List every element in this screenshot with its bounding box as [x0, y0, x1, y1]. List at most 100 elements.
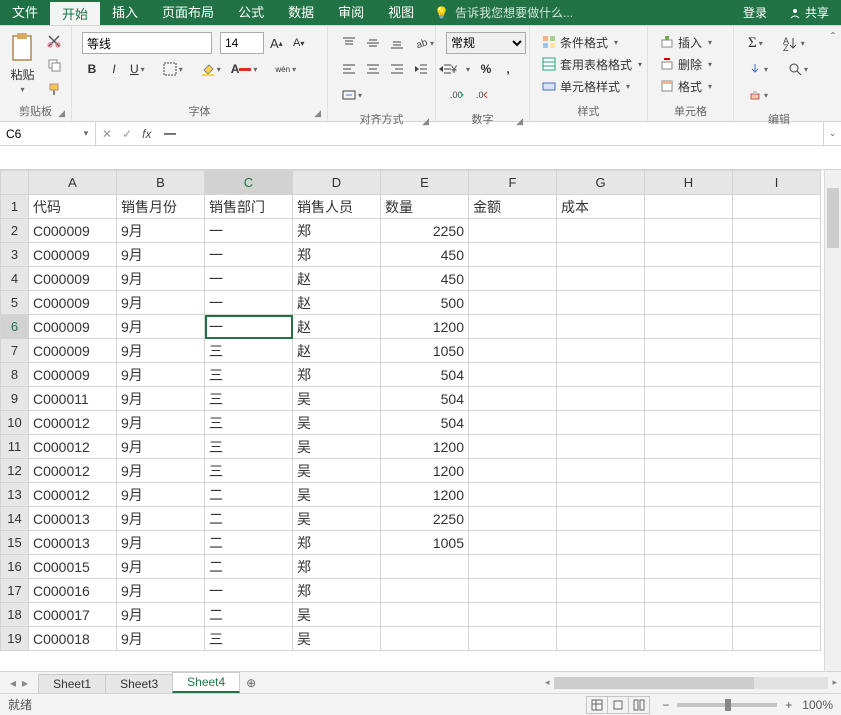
cell-E15[interactable]: 1005 — [381, 531, 469, 555]
cell-F19[interactable] — [469, 627, 557, 651]
number-format-combo[interactable]: 常规 — [446, 32, 526, 54]
conditional-format-button[interactable]: 条件格式 — [538, 32, 622, 52]
cell-G1[interactable]: 成本 — [557, 195, 645, 219]
row-header-2[interactable]: 2 — [1, 219, 29, 243]
autosum-button[interactable]: Σ — [744, 32, 767, 54]
col-header-A[interactable]: A — [29, 171, 117, 195]
cell-G12[interactable] — [557, 459, 645, 483]
cell-E9[interactable]: 504 — [381, 387, 469, 411]
cell-H9[interactable] — [645, 387, 733, 411]
decrease-decimal-button[interactable]: .0 — [470, 84, 492, 106]
row-header-9[interactable]: 9 — [1, 387, 29, 411]
cell-E11[interactable]: 1200 — [381, 435, 469, 459]
italic-button[interactable]: I — [104, 58, 124, 80]
cell-A6[interactable]: C000009 — [29, 315, 117, 339]
cell-B1[interactable]: 销售月份 — [117, 195, 205, 219]
cell-I9[interactable] — [733, 387, 821, 411]
cell-G5[interactable] — [557, 291, 645, 315]
cell-C11[interactable]: 三 — [205, 435, 293, 459]
cell-B5[interactable]: 9月 — [117, 291, 205, 315]
dialog-launcher-icon[interactable]: ◢ — [422, 116, 429, 127]
cell-A14[interactable]: C000013 — [29, 507, 117, 531]
cell-H7[interactable] — [645, 339, 733, 363]
page-layout-view-button[interactable] — [607, 696, 629, 714]
horizontal-scrollbar[interactable]: ◂ ▸ — [541, 672, 841, 693]
cell-E16[interactable] — [381, 555, 469, 579]
font-size-combo[interactable] — [220, 32, 264, 54]
cell-G17[interactable] — [557, 579, 645, 603]
cell-B14[interactable]: 9月 — [117, 507, 205, 531]
sort-filter-button[interactable]: AZ — [779, 32, 809, 54]
cell-E4[interactable]: 450 — [381, 267, 469, 291]
find-select-button[interactable] — [784, 58, 812, 80]
align-right-button[interactable] — [386, 58, 408, 80]
cell-H16[interactable] — [645, 555, 733, 579]
row-header-14[interactable]: 14 — [1, 507, 29, 531]
cell-C10[interactable]: 三 — [205, 411, 293, 435]
cell-I17[interactable] — [733, 579, 821, 603]
cell-C5[interactable]: 一 — [205, 291, 293, 315]
cell-D19[interactable]: 吴 — [293, 627, 381, 651]
cell-E14[interactable]: 2250 — [381, 507, 469, 531]
row-header-3[interactable]: 3 — [1, 243, 29, 267]
row-header-12[interactable]: 12 — [1, 459, 29, 483]
dialog-launcher-icon[interactable]: ◢ — [314, 108, 321, 119]
normal-view-button[interactable] — [586, 696, 608, 714]
cell-H19[interactable] — [645, 627, 733, 651]
accounting-format-button[interactable]: ¥ — [446, 58, 474, 80]
fill-color-button[interactable] — [197, 58, 225, 80]
cell-H4[interactable] — [645, 267, 733, 291]
sheet-tab-Sheet1[interactable]: Sheet1 — [38, 674, 106, 693]
cell-E18[interactable] — [381, 603, 469, 627]
cell-B10[interactable]: 9月 — [117, 411, 205, 435]
cell-F4[interactable] — [469, 267, 557, 291]
tab-0[interactable]: 开始 — [50, 0, 100, 25]
cell-C18[interactable]: 二 — [205, 603, 293, 627]
chevron-down-icon[interactable]: ▾ — [78, 128, 94, 139]
cell-H3[interactable] — [645, 243, 733, 267]
cell-I14[interactable] — [733, 507, 821, 531]
zoom-slider[interactable] — [677, 703, 777, 707]
cell-H12[interactable] — [645, 459, 733, 483]
cell-F14[interactable] — [469, 507, 557, 531]
accept-formula-icon[interactable]: ✓ — [122, 127, 132, 141]
cell-styles-button[interactable]: 单元格样式 — [538, 76, 634, 96]
tell-me-search[interactable]: 💡告诉我您想要做什么... — [426, 0, 737, 25]
cell-F16[interactable] — [469, 555, 557, 579]
cell-E10[interactable]: 504 — [381, 411, 469, 435]
clear-button[interactable] — [744, 84, 772, 106]
cell-E12[interactable]: 1200 — [381, 459, 469, 483]
cell-D8[interactable]: 郑 — [293, 363, 381, 387]
cell-B8[interactable]: 9月 — [117, 363, 205, 387]
cell-I8[interactable] — [733, 363, 821, 387]
cell-F17[interactable] — [469, 579, 557, 603]
row-header-1[interactable]: 1 — [1, 195, 29, 219]
cell-I12[interactable] — [733, 459, 821, 483]
cell-B11[interactable]: 9月 — [117, 435, 205, 459]
login-button[interactable]: 登录 — [737, 4, 773, 21]
cell-B7[interactable]: 9月 — [117, 339, 205, 363]
cell-G7[interactable] — [557, 339, 645, 363]
cell-F1[interactable]: 金额 — [469, 195, 557, 219]
cell-G13[interactable] — [557, 483, 645, 507]
cell-D6[interactable]: 赵 — [293, 315, 381, 339]
cell-E13[interactable]: 1200 — [381, 483, 469, 507]
align-center-button[interactable] — [362, 58, 384, 80]
tab-6[interactable]: 视图 — [376, 0, 426, 25]
cell-C3[interactable]: 一 — [205, 243, 293, 267]
name-box-input[interactable] — [0, 127, 78, 141]
cell-E7[interactable]: 1050 — [381, 339, 469, 363]
cell-B19[interactable]: 9月 — [117, 627, 205, 651]
cell-I2[interactable] — [733, 219, 821, 243]
align-top-button[interactable] — [338, 32, 360, 54]
format-cells-button[interactable]: 格式 — [656, 76, 716, 96]
orientation-button[interactable]: ab — [410, 32, 438, 54]
select-all-corner[interactable] — [1, 171, 29, 195]
cell-C2[interactable]: 一 — [205, 219, 293, 243]
cell-A18[interactable]: C000017 — [29, 603, 117, 627]
cell-F15[interactable] — [469, 531, 557, 555]
zoom-level[interactable]: 100% — [802, 698, 833, 712]
cell-C17[interactable]: 一 — [205, 579, 293, 603]
cell-H11[interactable] — [645, 435, 733, 459]
cell-D10[interactable]: 吴 — [293, 411, 381, 435]
